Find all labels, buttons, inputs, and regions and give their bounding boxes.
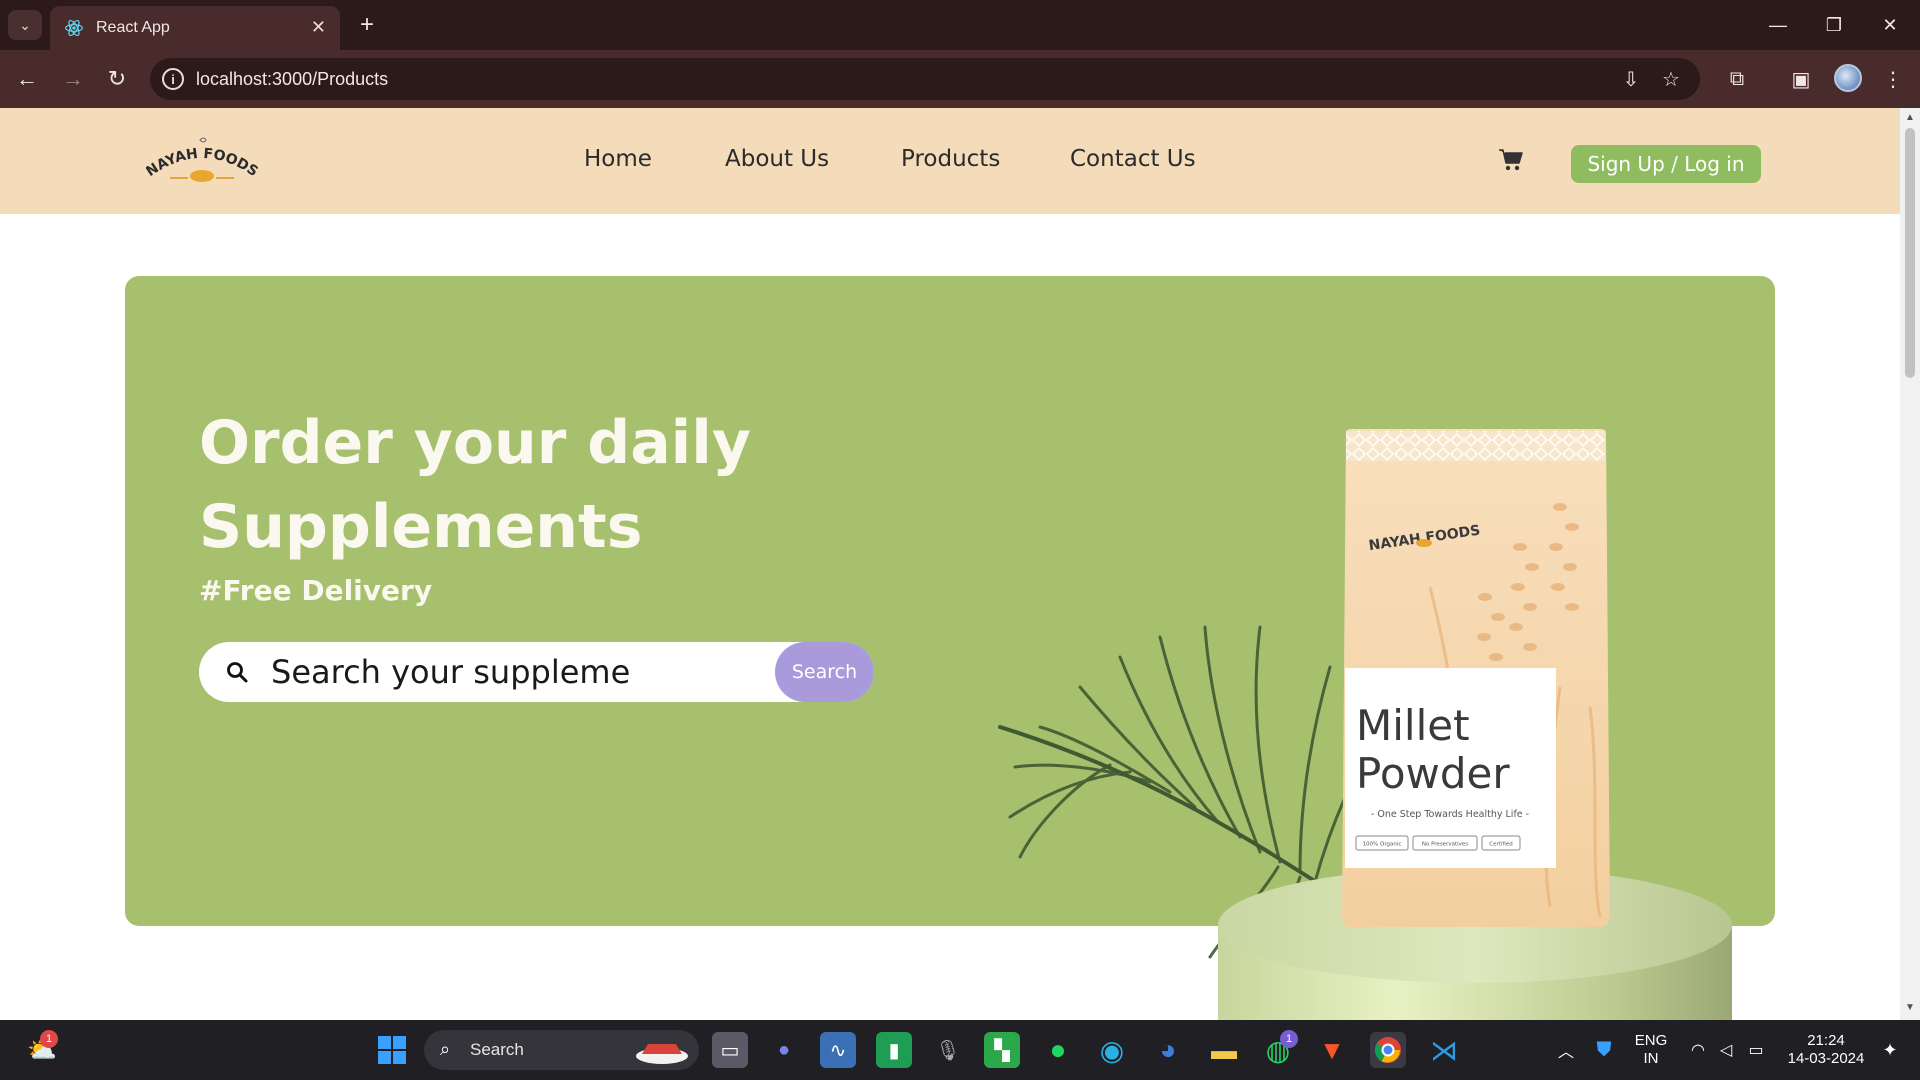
spotify-icon[interactable]: ● <box>1040 1032 1076 1068</box>
millet-powder-bag: NAYAH FOODS Millet Powder - One Step Tow… <box>1342 429 1610 927</box>
bookmark-star-icon[interactable]: ☆ <box>1658 66 1684 92</box>
file-explorer-icon[interactable]: ▬ <box>1206 1032 1242 1068</box>
lang-line1: ENG <box>1634 1032 1668 1049</box>
hero-title: Order your daily Supplements <box>199 401 899 569</box>
firefox-icon[interactable]: ◕ <box>1150 1032 1186 1068</box>
chat-app-icon[interactable]: ▚ <box>984 1032 1020 1068</box>
react-icon <box>65 20 83 36</box>
address-bar[interactable]: i localhost:3000/Products ⇩ ☆ <box>150 58 1700 100</box>
edge-icon[interactable]: ◉ <box>1094 1032 1130 1068</box>
back-icon[interactable]: ← <box>10 62 44 96</box>
hero-subtitle: #Free Delivery <box>199 574 433 607</box>
chrome-icon[interactable] <box>1370 1032 1406 1068</box>
browser-tab[interactable]: React App ✕ <box>50 6 340 50</box>
tab-title: React App <box>96 19 170 36</box>
clock[interactable]: 21:24 14-03-2024 <box>1780 1032 1872 1068</box>
menu-icon[interactable]: ⋮ <box>1878 64 1908 94</box>
clock-date: 14-03-2024 <box>1787 1050 1865 1067</box>
scroll-down-icon[interactable]: ▼ <box>1905 1002 1915 1013</box>
browser-toolbar: ← → ↻ i localhost:3000/Products ⇩ ☆ ⧉ ▣ … <box>0 50 1920 108</box>
url-text[interactable]: localhost:3000/Products <box>196 69 388 90</box>
hero-product-illustration: NAYAH FOODS Millet Powder - One Step Tow… <box>998 429 1732 1020</box>
reload-icon[interactable]: ↻ <box>100 62 134 96</box>
scrollbar-thumb[interactable] <box>1905 128 1915 378</box>
bag-badge-certified: Certified <box>1489 842 1513 848</box>
notifications-icon[interactable]: ✦ <box>1872 1032 1908 1068</box>
page-scrollbar[interactable]: ▲ ▼ <box>1900 108 1920 1020</box>
taskbar-search-label: Search <box>470 1040 524 1059</box>
battery-icon[interactable]: ▭ <box>1738 1032 1774 1068</box>
scroll-up-icon[interactable]: ▲ <box>1905 112 1915 123</box>
search-highlight-icon <box>636 1044 688 1064</box>
new-tab-button[interactable]: + <box>352 10 382 40</box>
windows-start-icon[interactable] <box>374 1032 410 1068</box>
site-header: NAYAH FOODS Home About Us Products Conta… <box>0 108 1900 214</box>
teams-icon[interactable]: ● <box>766 1032 802 1068</box>
search-button[interactable]: Search <box>775 642 874 702</box>
language-indicator[interactable]: ENG IN <box>1630 1032 1672 1068</box>
windows-taskbar: ⛅ 1 ⌕ Search ▭ ● ∿ ▮ 🎙 ▚ ● ◉ ◕ ▬ ◍ 1 ▼ ⋊… <box>0 1020 1920 1080</box>
search-bar: Search <box>199 642 874 702</box>
extensions-icon[interactable]: ⧉ <box>1722 64 1752 94</box>
microphone-app-icon[interactable]: 🎙 <box>930 1032 966 1068</box>
close-window-icon[interactable]: ✕ <box>1862 8 1918 42</box>
close-tab-icon[interactable]: ✕ <box>311 17 326 38</box>
whatsapp-badge: 1 <box>1280 1030 1298 1048</box>
browser-tab-strip: ⌄ React App ✕ + — ❐ ✕ <box>0 0 1920 50</box>
brave-icon[interactable]: ▼ <box>1314 1032 1350 1068</box>
bag-badge-no-preservatives: No Preservatives <box>1422 842 1468 848</box>
taskbar-search-box[interactable]: ⌕ Search <box>424 1030 699 1070</box>
show-hidden-icons[interactable]: ︿ <box>1548 1032 1584 1068</box>
lang-line2: IN <box>1643 1050 1659 1067</box>
tab-search-button[interactable]: ⌄ <box>8 10 42 40</box>
nayah-foods-logo[interactable]: NAYAH FOODS <box>146 134 258 192</box>
hero-title-line2: Supplements <box>199 492 643 562</box>
nav-contact-us[interactable]: Contact Us <box>1070 146 1196 172</box>
page-viewport: NAYAH FOODS Home About Us Products Conta… <box>0 108 1900 1020</box>
side-panel-icon[interactable]: ▣ <box>1786 64 1816 94</box>
bag-tagline: - One Step Towards Healthy Life - <box>1371 809 1529 820</box>
nav-home[interactable]: Home <box>584 146 652 172</box>
task-view-icon[interactable]: ▭ <box>712 1032 748 1068</box>
search-icon <box>227 662 248 683</box>
taskbar-search-icon: ⌕ <box>440 1039 451 1059</box>
vscode-icon[interactable]: ⋊ <box>1426 1032 1462 1068</box>
stock-app-icon[interactable]: ∿ <box>820 1032 856 1068</box>
profile-avatar[interactable] <box>1834 64 1862 92</box>
minimize-icon[interactable]: — <box>1750 8 1806 42</box>
forward-icon[interactable]: → <box>56 62 90 96</box>
nav-products[interactable]: Products <box>901 146 1000 172</box>
clock-time: 21:24 <box>1807 1032 1845 1049</box>
weather-badge: 1 <box>40 1030 58 1048</box>
hero-title-line1: Order your daily <box>199 408 751 478</box>
nav-about-us[interactable]: About Us <box>725 146 829 172</box>
bag-badge-organic: 100% Organic <box>1363 842 1402 848</box>
install-app-icon[interactable]: ⇩ <box>1618 66 1644 92</box>
security-shield-icon[interactable]: ⛊ <box>1586 1032 1622 1068</box>
restore-icon[interactable]: ❐ <box>1806 8 1862 42</box>
bag-name-line1: Millet <box>1356 701 1470 750</box>
site-info-icon[interactable]: i <box>162 68 184 90</box>
chart-app-icon[interactable]: ▮ <box>876 1032 912 1068</box>
signup-login-button[interactable]: Sign Up / Log in <box>1571 145 1761 183</box>
bag-name-line2: Powder <box>1356 749 1510 798</box>
cart-icon[interactable] <box>1498 148 1524 172</box>
search-input[interactable] <box>271 653 631 691</box>
